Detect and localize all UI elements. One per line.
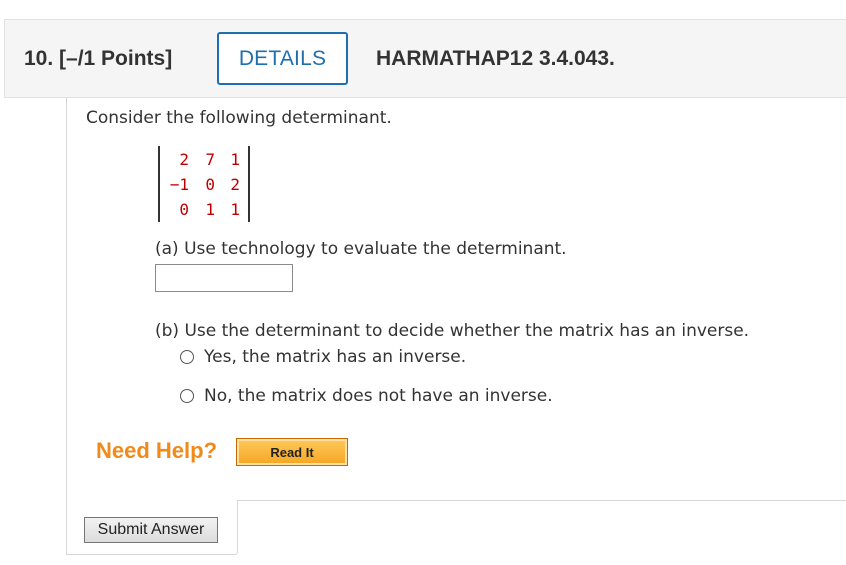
matrix-row: −1 0 2 (163, 172, 240, 197)
matrix-row: 2 7 1 (163, 147, 240, 172)
determinant: 2 7 1 −1 0 2 0 1 1 (157, 145, 250, 222)
option-yes-label: Yes, the matrix has an inverse. (204, 347, 467, 367)
need-help-label: Need Help? (96, 438, 218, 463)
radio-button[interactable] (180, 389, 194, 403)
matrix-cell: 0 (179, 200, 189, 219)
part-a-text: (a) Use technology to evaluate the deter… (155, 239, 567, 259)
matrix-cell: 1 (230, 200, 240, 219)
matrix-cell: 7 (205, 150, 215, 169)
question-number-points: 10. [–/1 Points] (24, 47, 173, 70)
question-page: 10. [–/1 Points] DETAILS HARMATHAP12 3.4… (0, 0, 846, 565)
determinant-right-bar (248, 146, 250, 222)
determinant-left-bar (158, 146, 160, 222)
content-divider (237, 500, 846, 501)
question-code: HARMATHAP12 3.4.043. (376, 47, 615, 70)
determinant-matrix: 2 7 1 −1 0 2 0 1 1 (163, 147, 240, 222)
option-yes[interactable]: Yes, the matrix has an inverse. (180, 347, 466, 367)
matrix-cell: 1 (230, 150, 240, 169)
question-prompt: Consider the following determinant. (86, 108, 392, 128)
determinant-answer-input[interactable] (155, 264, 293, 292)
matrix-cell: 2 (179, 150, 189, 169)
matrix-row: 0 1 1 (163, 197, 240, 222)
content-left-border (66, 98, 67, 555)
matrix-cell: 0 (205, 175, 215, 194)
read-it-button[interactable]: Read It (236, 438, 348, 466)
matrix-cell: 1 (205, 200, 215, 219)
submit-answer-button[interactable]: Submit Answer (84, 517, 218, 543)
option-no[interactable]: No, the matrix does not have an inverse. (180, 386, 553, 406)
radio-button[interactable] (180, 350, 194, 364)
matrix-cell: 2 (230, 175, 240, 194)
part-b-text: (b) Use the determinant to decide whethe… (155, 321, 750, 341)
details-button[interactable]: DETAILS (217, 32, 348, 85)
matrix-cell: −1 (169, 175, 189, 194)
option-no-label: No, the matrix does not have an inverse. (204, 386, 553, 406)
